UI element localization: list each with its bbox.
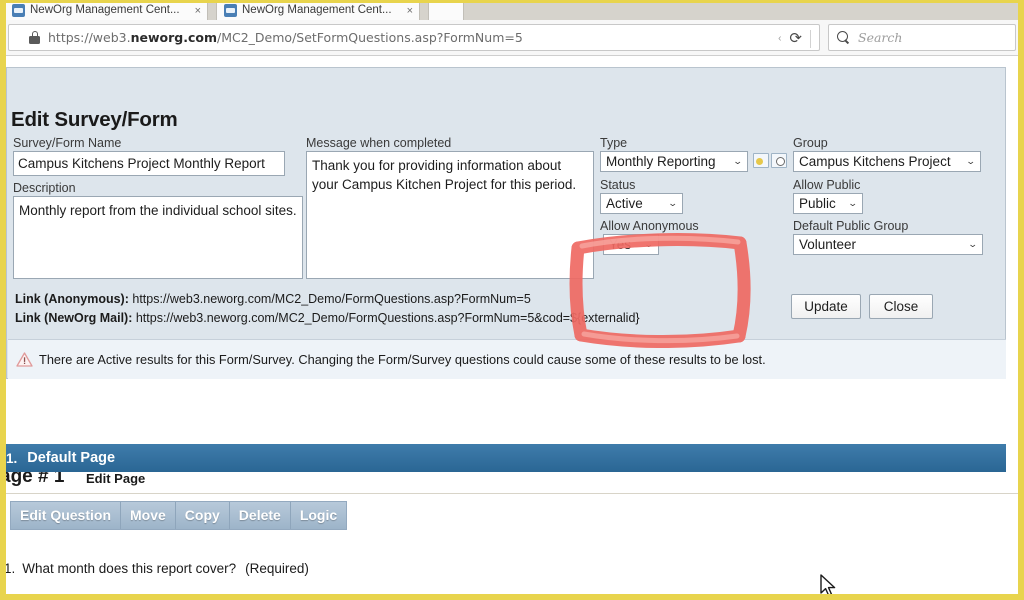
chevron-down-icon: ⌄ — [644, 239, 655, 249]
link-mail-row: Link (NewOrg Mail): https://web3.neworg.… — [15, 311, 640, 325]
browser-tab-2[interactable]: NewOrg Management Cent... × — [216, 0, 420, 20]
browser-urlbar-row: https://web3.neworg.com/MC2_Demo/SetForm… — [0, 20, 1024, 56]
question-required-flag: (Required) — [245, 561, 309, 576]
url-suffix: /MC2_Demo/SetFormQuestions.asp?FormNum=5 — [217, 30, 523, 45]
chevron-down-icon: ⌄ — [966, 156, 977, 166]
edit-page-link[interactable]: Edit Page — [86, 471, 145, 486]
page-row-number: 1. — [6, 450, 18, 466]
link-anonymous-row: Link (Anonymous): https://web3.neworg.co… — [15, 292, 531, 306]
chevron-down-icon: ⌄ — [968, 239, 979, 249]
divider — [810, 29, 811, 48]
edit-type-icon[interactable] — [771, 153, 787, 168]
group-select-value: Campus Kitchens Project — [799, 154, 951, 169]
divider — [6, 493, 1018, 494]
allow-public-label: Allow Public — [793, 178, 861, 192]
question-toolbar: Edit Question Move Copy Delete Logic — [10, 501, 348, 530]
chevron-left-icon[interactable]: ‹ — [778, 33, 781, 44]
chevron-down-icon: ⌄ — [848, 198, 859, 208]
tab-close-icon[interactable]: × — [407, 5, 413, 17]
group-select[interactable]: Campus Kitchens Project ⌄ — [793, 151, 981, 172]
url-domain: neworg.com — [130, 30, 217, 45]
default-public-group-select-value: Volunteer — [799, 237, 857, 252]
search-icon — [837, 31, 850, 44]
warning-banner: There are Active results for this Form/S… — [8, 339, 1006, 379]
update-button[interactable]: Update — [791, 294, 861, 319]
survey-name-input[interactable]: Campus Kitchens Project Monthly Report — [13, 151, 285, 176]
type-label: Type — [600, 136, 628, 150]
allow-anonymous-select-value: Yes — [609, 237, 632, 252]
logic-button[interactable]: Logic — [290, 502, 347, 529]
reload-icon[interactable]: ⟳ — [789, 31, 802, 46]
message-when-completed-label: Message when completed — [306, 136, 452, 150]
description-label: Description — [13, 181, 76, 195]
status-select-value: Active — [606, 196, 643, 211]
allow-anonymous-label: Allow Anonymous — [600, 219, 699, 233]
description-input[interactable]: Monthly report from the individual schoo… — [13, 196, 303, 279]
status-select[interactable]: Active ⌄ — [600, 193, 683, 214]
allow-public-select-value: Public — [799, 196, 836, 211]
status-label: Status — [600, 178, 636, 192]
chevron-down-icon: ⌄ — [733, 156, 744, 166]
chevron-down-icon: ⌄ — [668, 198, 679, 208]
page-row-name: Default Page — [27, 450, 116, 466]
question-list-item[interactable]: 1. What month does this report cover? (Req… — [6, 561, 309, 576]
edit-survey-form-panel: Edit Survey/Form Survey/Form Name Campus… — [6, 67, 1006, 379]
tab-favicon-icon — [224, 4, 237, 17]
default-public-group-select[interactable]: Volunteer ⌄ — [793, 234, 983, 255]
question-number: 1. — [6, 561, 16, 576]
question-text: What month does this report cover? — [22, 561, 237, 576]
allow-public-select[interactable]: Public ⌄ — [793, 193, 863, 214]
lock-icon — [29, 31, 40, 44]
new-type-icon[interactable] — [753, 153, 769, 168]
move-button[interactable]: Move — [121, 502, 176, 529]
url-prefix: https://web3. — [48, 30, 131, 45]
browser-tabstrip: NewOrg Management Cent... × NewOrg Manag… — [0, 0, 1024, 20]
search-box[interactable]: Search — [828, 24, 1016, 51]
edit-question-button[interactable]: Edit Question — [11, 502, 121, 529]
address-bar-actions: ‹ ⟳ — [778, 25, 811, 52]
address-bar-url: https://web3.neworg.com/MC2_Demo/SetForm… — [48, 30, 523, 45]
type-icon-group — [753, 153, 787, 168]
close-button[interactable]: Close — [869, 294, 933, 319]
search-placeholder: Search — [858, 30, 903, 45]
frame-right — [1018, 0, 1024, 600]
group-label: Group — [793, 136, 828, 150]
type-select[interactable]: Monthly Reporting ⌄ — [600, 151, 748, 172]
link-anonymous-url[interactable]: https://web3.neworg.com/MC2_Demo/FormQue… — [132, 292, 530, 306]
frame-top — [0, 0, 1024, 3]
link-anonymous-label: Link (Anonymous): — [15, 292, 129, 306]
copy-button[interactable]: Copy — [175, 502, 230, 529]
page-row-default[interactable]: 1. Default Page — [6, 444, 1006, 472]
frame-left — [0, 0, 6, 600]
frame-bottom — [0, 594, 1024, 600]
browser-tab-1[interactable]: NewOrg Management Cent... × — [4, 0, 208, 20]
browser-tab-3[interactable] — [428, 0, 464, 20]
screenshot-root: NewOrg Management Cent... × NewOrg Manag… — [0, 0, 1024, 600]
warning-triangle-icon — [16, 352, 33, 367]
warning-text: There are Active results for this Form/S… — [39, 352, 766, 367]
type-select-value: Monthly Reporting — [606, 154, 716, 169]
link-mail-url[interactable]: https://web3.neworg.com/MC2_Demo/FormQue… — [136, 311, 640, 325]
delete-button[interactable]: Delete — [229, 502, 291, 529]
default-public-group-label: Default Public Group — [793, 219, 909, 233]
survey-name-label: Survey/Form Name — [13, 136, 122, 150]
tab-close-icon[interactable]: × — [195, 5, 201, 17]
link-mail-label: Link (NewOrg Mail): — [15, 311, 133, 325]
tab-favicon-icon — [12, 4, 25, 17]
tab-title: NewOrg Management Cent... — [242, 4, 392, 16]
allow-anonymous-select[interactable]: Yes ⌄ — [603, 234, 659, 255]
page-title: Edit Survey/Form — [11, 108, 178, 131]
tab-title: NewOrg Management Cent... — [30, 4, 180, 16]
browser-chrome: NewOrg Management Cent... × NewOrg Manag… — [0, 0, 1024, 56]
address-bar[interactable]: https://web3.neworg.com/MC2_Demo/SetForm… — [8, 24, 820, 51]
page-content: Edit Survey/Form Survey/Form Name Campus… — [6, 56, 1018, 594]
message-when-completed-input[interactable]: Thank you for providing information abou… — [306, 151, 594, 279]
